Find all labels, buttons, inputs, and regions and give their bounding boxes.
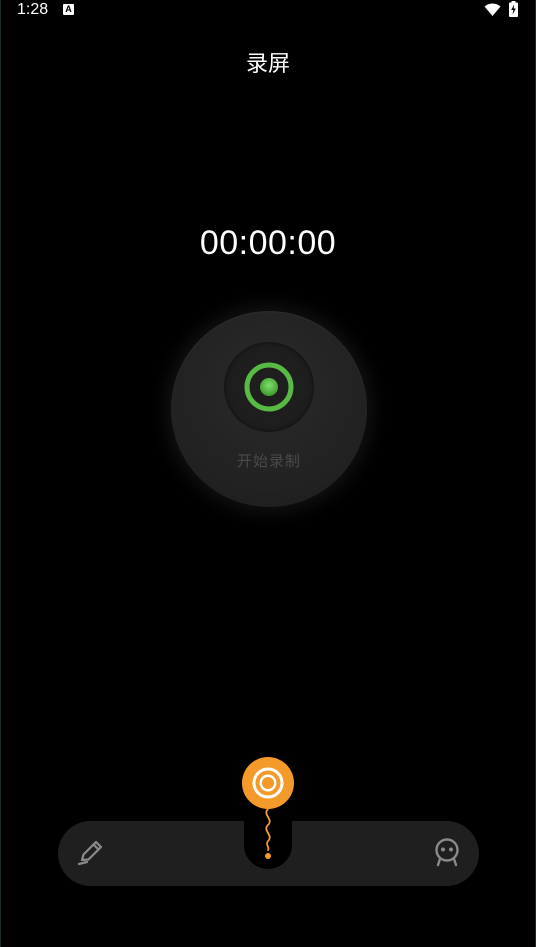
squiggle-icon xyxy=(258,807,278,866)
status-time: 1:28 xyxy=(17,1,49,18)
status-bar: 1:28 A xyxy=(1,0,535,22)
pen-icon[interactable] xyxy=(74,835,108,873)
battery-icon xyxy=(509,1,518,21)
start-recording-label: 开始录制 xyxy=(236,452,301,470)
face-icon[interactable] xyxy=(430,835,464,873)
page-title: 录屏 xyxy=(245,52,290,77)
floating-record-button[interactable] xyxy=(242,757,294,809)
wifi-icon xyxy=(484,2,501,21)
start-recording-button[interactable]: 开始录制 xyxy=(171,311,367,507)
record-icon xyxy=(242,360,296,418)
recording-timer: 00:00:00 xyxy=(199,224,337,262)
record-target-icon xyxy=(252,767,284,799)
notification-badge: A xyxy=(63,4,74,15)
